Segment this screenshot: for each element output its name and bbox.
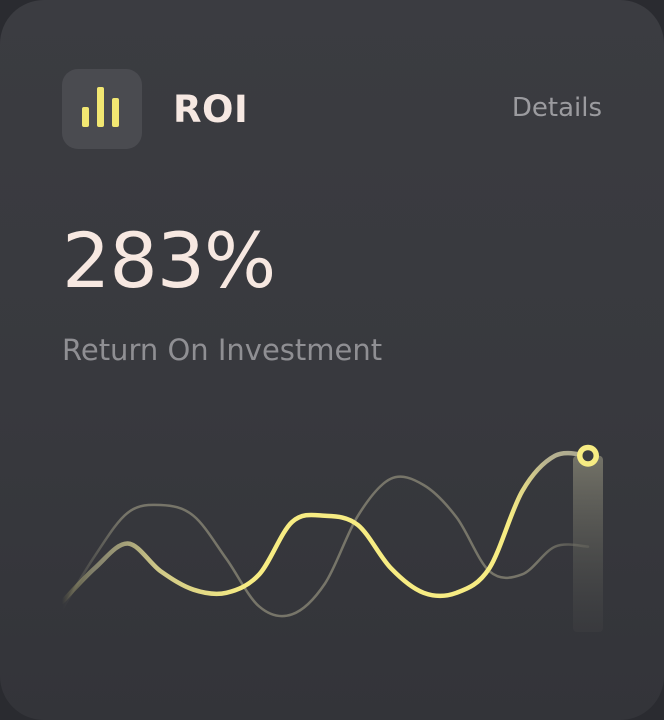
bar-chart-icon <box>62 69 142 149</box>
highlight-column <box>573 455 603 632</box>
roi-label: Return On Investment <box>62 333 383 367</box>
roi-card: ROI Details 283% Return On Investment <box>0 0 664 720</box>
roi-line-chart <box>59 444 603 632</box>
roi-value: 283% <box>62 216 276 305</box>
primary-series-line <box>59 450 591 605</box>
endpoint-marker-center <box>582 450 594 462</box>
details-link[interactable]: Details <box>512 88 602 128</box>
card-title: ROI <box>173 88 249 131</box>
secondary-series-line <box>60 475 590 618</box>
